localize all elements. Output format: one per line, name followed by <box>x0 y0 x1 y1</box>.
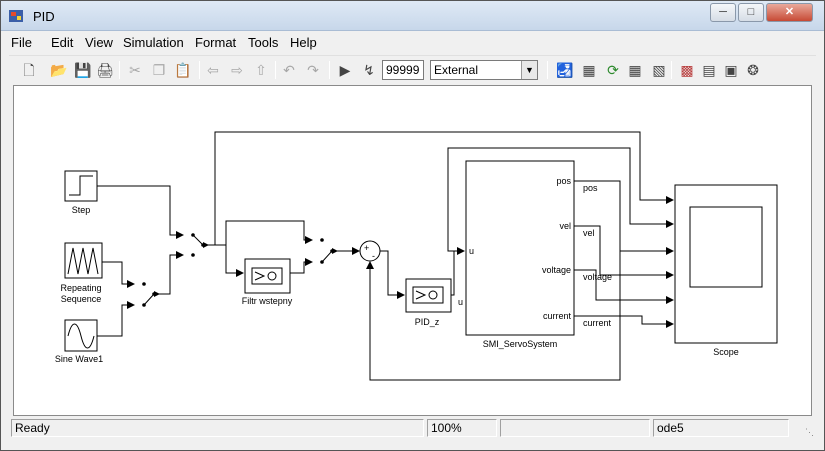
switch-low-to-switch-top <box>154 251 184 295</box>
library-icon[interactable]: ▧ <box>649 60 669 80</box>
pid-to-servo <box>451 247 465 296</box>
repeating-sequence-label-2: Sequence <box>61 294 102 304</box>
sine-to-switch <box>97 301 135 337</box>
scope-label: Scope <box>713 347 739 357</box>
menu-tools[interactable]: Tools <box>248 35 278 50</box>
menu-help[interactable]: Help <box>290 35 317 50</box>
manual-switch-2[interactable] <box>191 233 209 257</box>
title-bar[interactable]: PID ─ □ ✕ <box>1 1 824 31</box>
copy-icon[interactable]: ❐ <box>149 60 169 80</box>
sine-wave-block[interactable]: Sine Wave1 <box>55 319 103 364</box>
feed-to-switch-right <box>225 220 313 245</box>
step-to-switch <box>97 185 184 239</box>
start-simulation-icon[interactable]: ▶ <box>335 60 355 80</box>
minimize-button[interactable]: ─ <box>710 3 736 22</box>
up-arrow-icon[interactable]: ⇧ <box>251 60 271 80</box>
status-text: Ready <box>11 419 424 437</box>
servo-output-current: current <box>543 311 572 321</box>
sine-wave-label: Sine Wave1 <box>55 354 103 364</box>
undo-icon[interactable]: ↶ <box>279 60 299 80</box>
toolbar-separator <box>329 61 330 79</box>
toolbar-separator <box>671 61 672 79</box>
redo-icon[interactable]: ↷ <box>303 60 323 80</box>
sum-plus-sign: + <box>364 243 369 253</box>
repseq-to-switch <box>102 261 135 288</box>
print-icon[interactable]: 🖨 <box>95 60 115 80</box>
menu-simulation[interactable]: Simulation <box>123 35 184 50</box>
status-bar: Ready 100% ode5 ⋱ <box>9 419 816 439</box>
scope-block[interactable]: Scope <box>674 184 778 357</box>
menu-file[interactable]: File <box>11 35 32 50</box>
debugger-icon[interactable]: ▣ <box>721 60 741 80</box>
paste-icon[interactable]: 📋 <box>173 60 193 80</box>
block-diagram: Step Repeating Sequence Sine Wave1 Filtr… <box>55 131 778 381</box>
toolbar-separator <box>547 61 548 79</box>
servo-output-pos: pos <box>556 176 571 186</box>
servo-system-block[interactable]: u pos vel voltage current SMI_ServoSyste… <box>465 160 575 349</box>
signal-label-vel: vel <box>583 228 595 238</box>
cut-icon[interactable]: ✂ <box>125 60 145 80</box>
step-block[interactable]: Step <box>64 170 98 215</box>
pid-port-u-label: u <box>458 297 463 307</box>
servo-label: SMI_ServoSystem <box>483 339 558 349</box>
menu-bar: File Edit View Simulation Format Tools H… <box>9 32 816 54</box>
repeating-sequence-label-1: Repeating <box>60 283 101 293</box>
library-browser-icon[interactable]: ▩ <box>677 60 697 80</box>
update-diagram-icon[interactable]: ▦ <box>579 60 599 80</box>
maximize-button[interactable]: □ <box>738 3 764 22</box>
simulation-mode-value: External <box>434 63 479 77</box>
signal-lines <box>97 131 674 381</box>
toolbar-separator <box>199 61 200 79</box>
feed-to-filter <box>215 244 244 277</box>
sum-minus-sign: - <box>372 251 375 261</box>
model-canvas[interactable]: Step Repeating Sequence Sine Wave1 Filtr… <box>13 85 812 416</box>
filtr-wstepny-block[interactable]: Filtr wstepny <box>242 258 293 306</box>
back-arrow-icon[interactable]: ⇦ <box>203 60 223 80</box>
menu-edit[interactable]: Edit <box>51 35 73 50</box>
window-title: PID <box>33 9 55 24</box>
menu-view[interactable]: View <box>85 35 113 50</box>
signal-label-voltage: voltage <box>583 272 612 282</box>
model-explorer-icon[interactable]: ▤ <box>699 60 719 80</box>
open-folder-icon[interactable]: 📂 <box>49 60 69 80</box>
new-model-icon[interactable]: 🗋 <box>19 60 39 80</box>
stop-time-field[interactable]: 99999 <box>382 60 424 80</box>
repeating-sequence-block[interactable]: Repeating Sequence <box>60 242 103 304</box>
toolbar-separator <box>119 61 120 79</box>
forward-arrow-icon[interactable]: ⇨ <box>227 60 247 80</box>
chevron-down-icon[interactable]: ▼ <box>521 61 537 79</box>
sum-block[interactable]: + - <box>359 240 381 262</box>
simulink-window: PID ─ □ ✕ File Edit View Simulation Form… <box>0 0 825 451</box>
solver-name: ode5 <box>653 419 789 437</box>
toolbar: 🗋 📂 💾 🖨 ✂ ❐ 📋 ⇦ ⇨ ⇧ ↶ ↷ ▶ ↯ 99999 Extern… <box>9 55 816 83</box>
resize-grip-icon[interactable]: ⋱ <box>805 427 814 438</box>
servo-input-u: u <box>469 246 474 256</box>
toolbar-separator <box>275 61 276 79</box>
manual-switch-3[interactable] <box>320 238 338 264</box>
sum-to-pid <box>380 250 405 299</box>
signal-label-pos: pos <box>583 183 598 193</box>
close-button[interactable]: ✕ <box>766 3 813 22</box>
build-icon[interactable]: 🛃 <box>555 60 575 80</box>
manual-switch-1[interactable] <box>142 282 160 307</box>
feed-to-scope-1 <box>214 131 674 245</box>
menu-format[interactable]: Format <box>195 35 236 50</box>
refresh-icon[interactable]: ⟳ <box>603 60 623 80</box>
filtr-wstepny-label: Filtr wstepny <box>242 296 293 306</box>
signal-label-current: current <box>583 318 612 328</box>
status-cell-empty-1 <box>500 419 650 437</box>
configuration-icon[interactable]: ❂ <box>743 60 763 80</box>
filter-to-switch-right <box>290 258 313 274</box>
save-icon[interactable]: 💾 <box>73 60 93 80</box>
stop-simulation-icon[interactable]: ↯ <box>359 60 379 80</box>
servo-output-voltage: voltage <box>542 265 571 275</box>
pid-label: PID_z <box>415 317 440 327</box>
servo-output-vel: vel <box>559 221 571 231</box>
simulink-app-icon <box>9 10 23 22</box>
simulation-mode-select[interactable]: External ▼ <box>430 60 538 80</box>
step-label: Step <box>72 205 91 215</box>
zoom-level: 100% <box>427 419 497 437</box>
incremental-build-icon[interactable]: ▦ <box>625 60 645 80</box>
